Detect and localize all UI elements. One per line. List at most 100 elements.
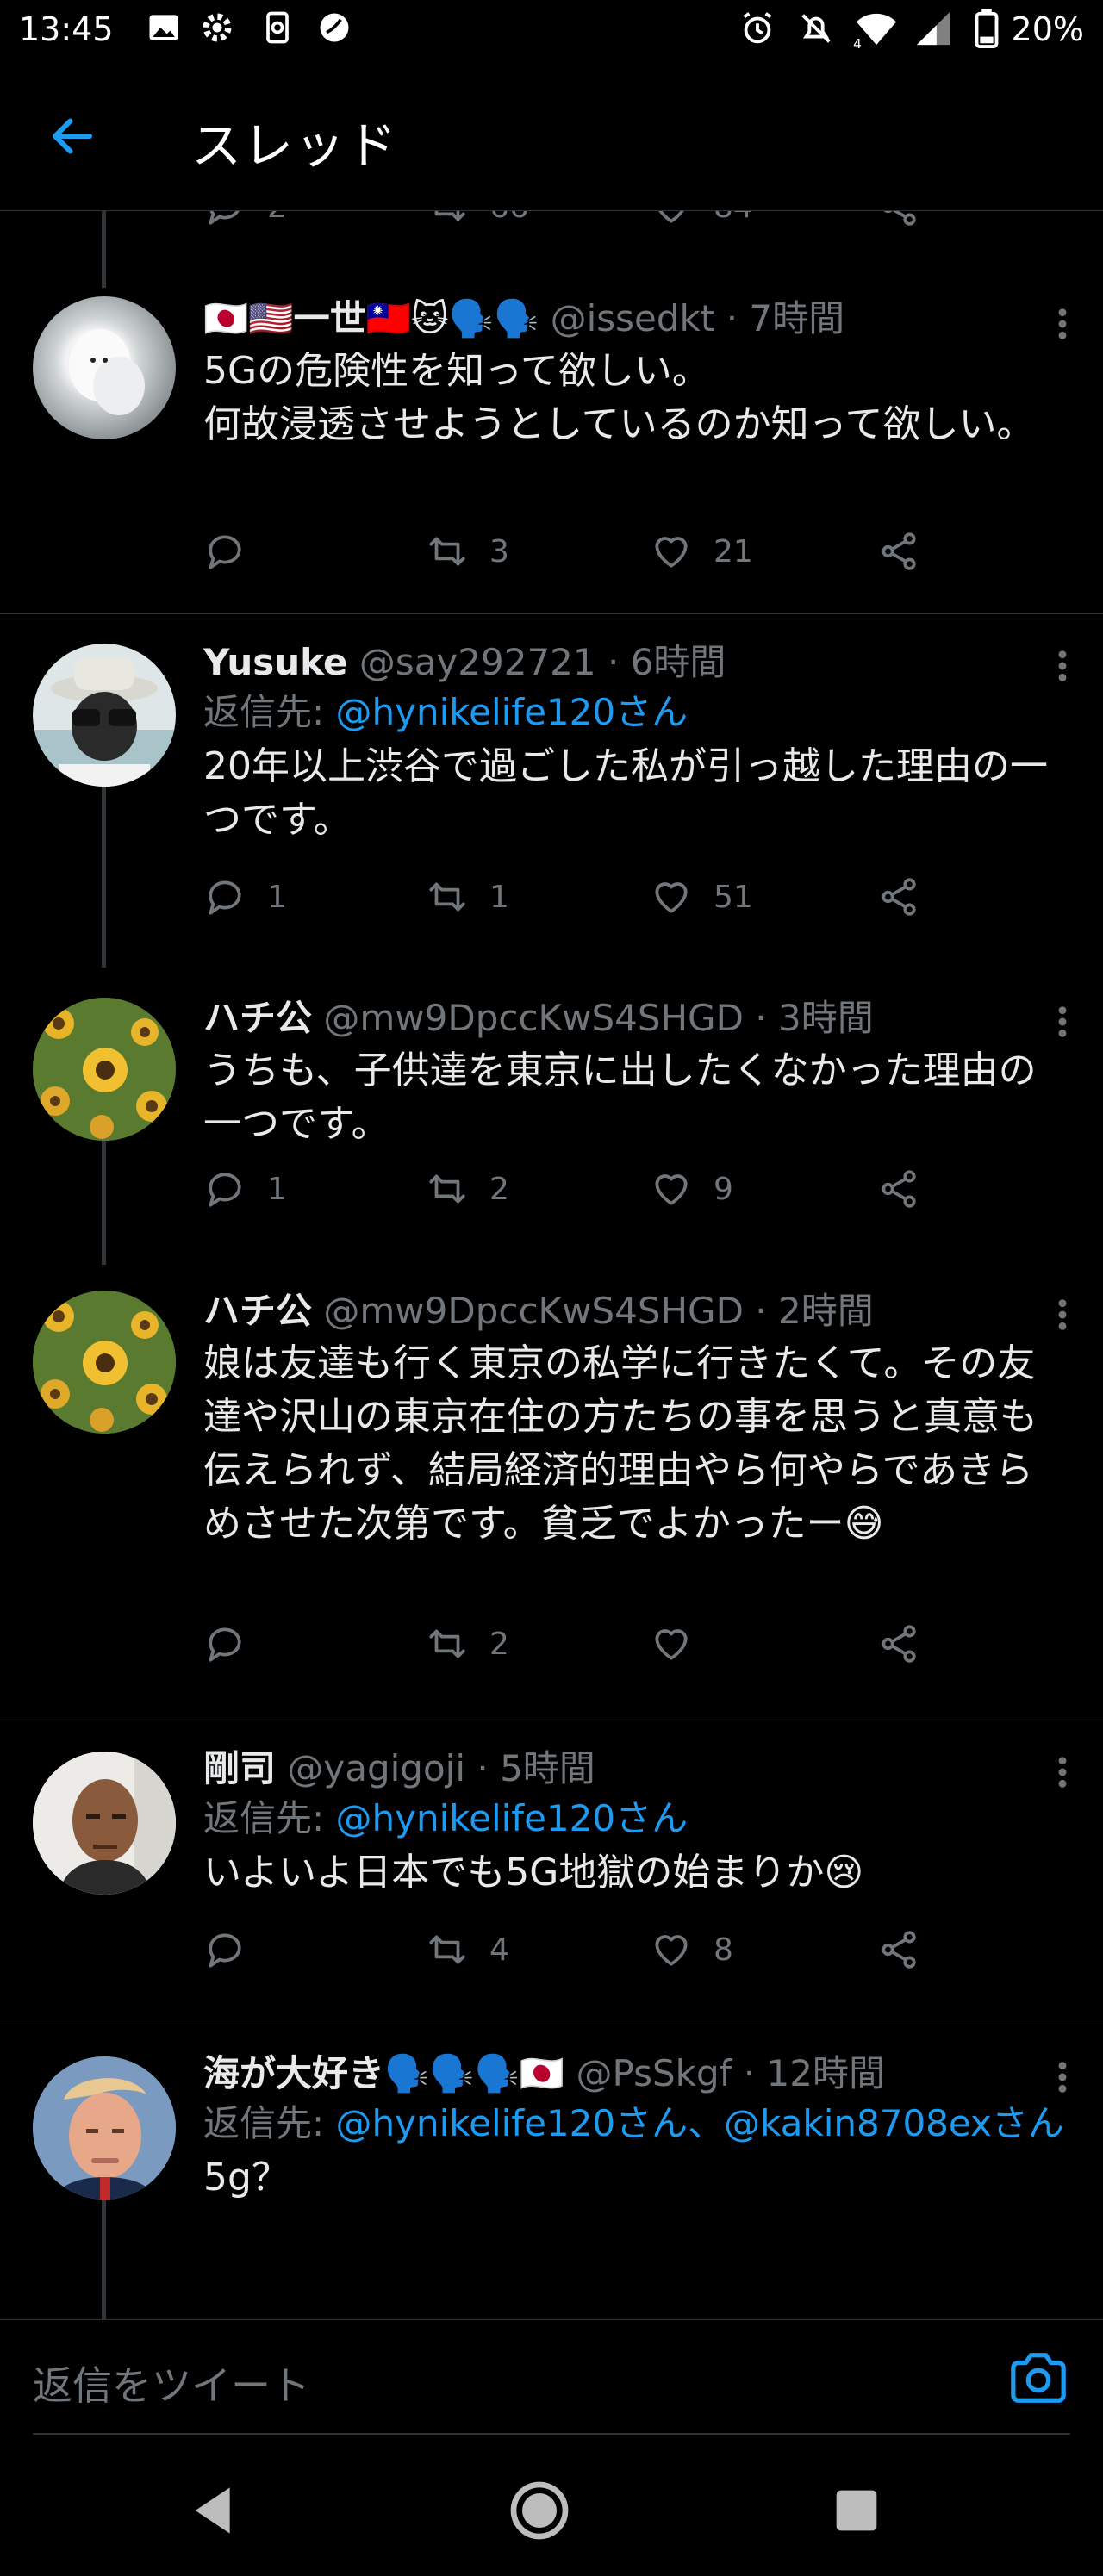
home-nav-icon[interactable]	[505, 2476, 574, 2545]
heart-icon	[655, 1174, 688, 1205]
camera-icon[interactable]	[1008, 2349, 1069, 2406]
reply-input[interactable]: 返信をツイート	[33, 2355, 310, 2411]
avatar[interactable]	[33, 1291, 176, 1434]
heart-icon	[655, 1629, 688, 1660]
share-button[interactable]	[877, 871, 941, 923]
author-name[interactable]: 海が大好き🗣️🗣️🗣️🇯🇵	[203, 2052, 564, 2094]
status-bar: 13:45 4 20%	[0, 0, 1103, 62]
retweet-icon	[429, 1174, 465, 1204]
tweet-text: 5Gの危険性を知って欲しい。 何故浸透させようとしているのか知って欲しい。	[203, 349, 1035, 446]
reply-mention-link[interactable]: @hynikelife120さん	[336, 1797, 689, 1839]
tweet-text: いよいよ日本でも5G地獄の始まりか😢	[203, 1851, 864, 1895]
reply-button[interactable]: 2	[203, 210, 287, 233]
more-options-icon[interactable]	[1056, 1005, 1069, 1039]
more-options-icon[interactable]	[1056, 649, 1069, 683]
share-button[interactable]	[877, 1163, 941, 1215]
tweet[interactable]: 剛司 @yagigoji · 5時間 返信先: @hynikelife120さん…	[0, 1720, 1103, 2025]
author-name[interactable]: 🇯🇵🇺🇸一世🇹🇼🐱🗣️🗣️	[203, 297, 539, 339]
tweet-time: 7時間	[749, 297, 845, 339]
like-button[interactable]: 51	[650, 871, 753, 923]
reply-button[interactable]: 1	[203, 1163, 287, 1215]
like-count: 8	[714, 1932, 733, 1968]
retweet-count: 1	[489, 879, 509, 915]
retweet-button[interactable]: 2	[426, 1618, 509, 1670]
author-name[interactable]: 剛司	[203, 1747, 276, 1789]
image-icon	[149, 15, 178, 40]
share-icon	[882, 1625, 916, 1663]
reply-button[interactable]	[203, 526, 267, 577]
like-button[interactable]: 8	[650, 1924, 733, 1976]
author-name[interactable]: ハチ公	[203, 997, 312, 1039]
like-button[interactable]: 21	[650, 526, 753, 577]
like-button[interactable]	[650, 1618, 714, 1670]
share-icon	[882, 532, 916, 570]
avatar[interactable]	[33, 2056, 176, 2200]
avatar[interactable]	[33, 1752, 176, 1895]
recents-nav-icon[interactable]	[822, 2476, 891, 2545]
share-button[interactable]	[877, 1618, 941, 1670]
more-options-icon[interactable]	[1056, 1297, 1069, 1332]
thread-line	[102, 787, 106, 968]
retweet-count: 2	[489, 1626, 509, 1662]
author-handle: @mw9DpccKwS4SHGD	[323, 1290, 744, 1332]
retweet-button[interactable]: 2	[426, 1163, 509, 1215]
tweet-time: 2時間	[778, 1290, 874, 1332]
tweet[interactable]: 海が大好き🗣️🗣️🗣️🇯🇵 @PsSkgf · 12時間 返信先: @hynik…	[0, 2025, 1103, 2319]
back-nav-icon[interactable]	[181, 2476, 250, 2545]
more-options-icon[interactable]	[1056, 1755, 1069, 1789]
tweet[interactable]: ハチ公 @mw9DpccKwS4SHGD · 3時間 うちも、子供達を東京に出し…	[0, 972, 1103, 1265]
heart-icon	[657, 210, 685, 223]
retweet-icon	[429, 1935, 465, 1964]
share-icon	[882, 210, 916, 226]
page-title: スレッド	[191, 116, 399, 175]
more-options-icon[interactable]	[1056, 2060, 1069, 2094]
like-count: 51	[714, 879, 753, 915]
reply-mention-link[interactable]: @hynikelife120さん	[336, 691, 689, 733]
more-options-icon[interactable]	[1056, 307, 1069, 341]
avatar[interactable]	[33, 644, 176, 787]
reply-compose-bar: 返信をツイート	[0, 2319, 1103, 2434]
author-handle: @say292721	[358, 641, 596, 683]
author-name[interactable]: Yusuke	[203, 641, 347, 683]
thread-list[interactable]: 2 66 84 🇯🇵🇺🇸一世🇹🇼🐱🗣️🗣️ @issedkt · 7時間 5Gの…	[0, 210, 1103, 2319]
retweet-count: 66	[489, 210, 529, 225]
tweet-actions: 1 1 51	[203, 871, 979, 923]
reply-mention-link[interactable]: @hynikelife120さん、@kakin8708exさん	[336, 2102, 1064, 2144]
reply-icon	[209, 210, 240, 225]
retweet-icon	[429, 1629, 465, 1658]
like-button[interactable]: 9	[650, 1163, 733, 1215]
avatar[interactable]	[33, 296, 176, 439]
avatar-image	[33, 2056, 176, 2200]
retweet-button[interactable]: 4	[426, 1924, 509, 1976]
retweet-count: 2	[489, 1171, 509, 1207]
like-count: 21	[714, 533, 753, 569]
tweet[interactable]: ハチ公 @mw9DpccKwS4SHGD · 2時間 娘は友達も行く東京の私学に…	[0, 1265, 1103, 1725]
retweet-button[interactable]: 3	[426, 526, 509, 577]
reply-button[interactable]	[203, 1924, 267, 1976]
share-button[interactable]	[877, 210, 941, 233]
app-icon	[320, 13, 349, 42]
avatar-image	[33, 1752, 176, 1895]
avatar-image	[33, 998, 176, 1141]
reply-button[interactable]	[203, 1618, 267, 1670]
retweet-count: 3	[489, 533, 509, 569]
reply-count: 2	[267, 210, 287, 225]
retweet-button[interactable]: 66	[426, 210, 529, 233]
back-arrow-icon[interactable]	[47, 110, 98, 162]
clipboard-icon	[266, 11, 289, 44]
author-name[interactable]: ハチ公	[203, 1290, 312, 1332]
share-button[interactable]	[877, 526, 941, 577]
share-button[interactable]	[877, 1924, 941, 1976]
tweet[interactable]: 🇯🇵🇺🇸一世🇹🇼🐱🗣️🗣️ @issedkt · 7時間 5Gの危険性を知って欲…	[0, 271, 1103, 638]
tweet-header: ハチ公 @mw9DpccKwS4SHGD · 3時間	[203, 997, 874, 1039]
like-button[interactable]: 84	[650, 210, 753, 233]
tweet-time: 3時間	[778, 997, 874, 1039]
reply-button[interactable]: 1	[203, 871, 287, 923]
heart-icon	[655, 882, 688, 913]
reply-to-label: 返信先:	[203, 691, 336, 733]
thread-line	[102, 1139, 106, 1265]
avatar[interactable]	[33, 998, 176, 1141]
avatar-image	[33, 1291, 176, 1434]
battery-icon	[975, 9, 999, 48]
retweet-button[interactable]: 1	[426, 871, 509, 923]
